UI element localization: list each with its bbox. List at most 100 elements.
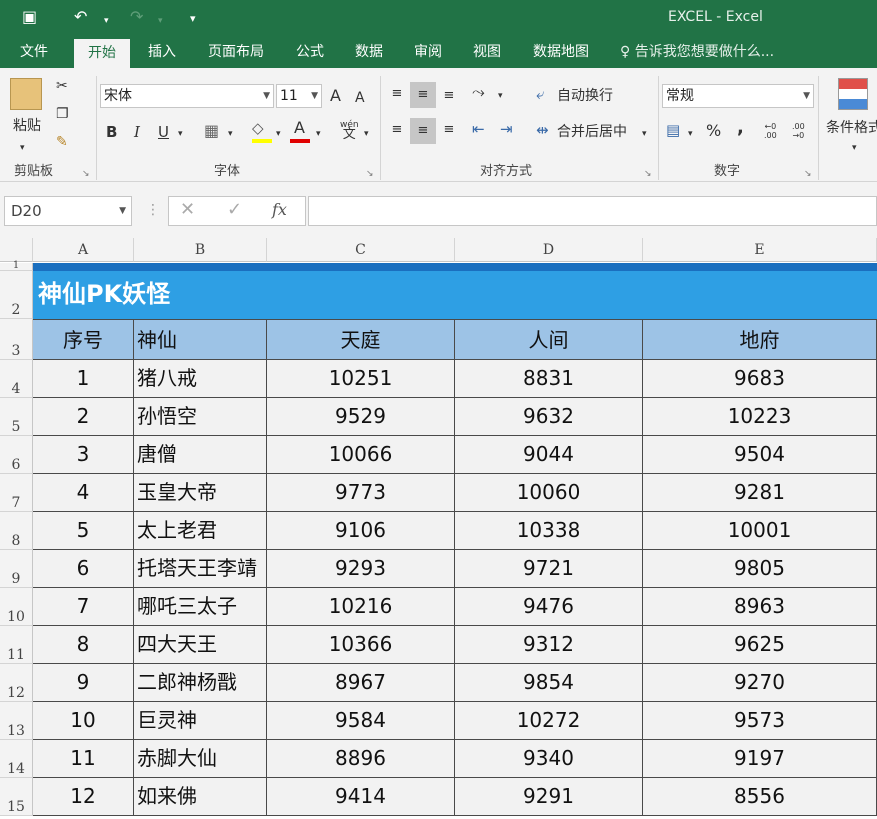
more-options-icon[interactable]: ⋮	[146, 196, 160, 226]
cell-heaven[interactable]: 9106	[267, 512, 455, 550]
cell-heaven[interactable]: 9773	[267, 474, 455, 512]
cell-name[interactable]: 猪八戒	[134, 360, 267, 398]
undo-dropdown-icon[interactable]: ▾	[104, 10, 109, 32]
tell-me-box[interactable]: ♀ 告诉我您想要做什么...	[620, 36, 774, 68]
cell-earth[interactable]: 8831	[455, 360, 643, 398]
cell-name[interactable]: 太上老君	[134, 512, 267, 550]
tab-file[interactable]: 文件	[8, 36, 60, 68]
name-box[interactable]: D20 ▼	[4, 196, 132, 226]
grow-font-button[interactable]: A	[330, 86, 341, 106]
header-cell-heaven[interactable]: 天庭	[267, 319, 455, 360]
cell-name[interactable]: 如来佛	[134, 778, 267, 816]
cell-heaven[interactable]: 8967	[267, 664, 455, 702]
header-cell-earth[interactable]: 人间	[455, 319, 643, 360]
row-header[interactable]: 10	[0, 588, 33, 626]
tab-data[interactable]: 数据	[345, 36, 393, 68]
tab-formulas[interactable]: 公式	[286, 36, 334, 68]
orientation-icon[interactable]: ⤳	[472, 82, 485, 102]
cell-heaven[interactable]: 9293	[267, 550, 455, 588]
cell-name[interactable]: 巨灵神	[134, 702, 267, 740]
cell-earth[interactable]: 9854	[455, 664, 643, 702]
cell-index[interactable]: 1	[33, 360, 134, 398]
column-header-a[interactable]: A	[33, 238, 134, 262]
redo-icon[interactable]: ↷	[130, 6, 143, 28]
format-painter-icon[interactable]: ✎	[56, 132, 68, 152]
cell-heaven[interactable]: 10366	[267, 626, 455, 664]
number-format-select[interactable]: 常规 ▼	[662, 84, 814, 108]
accounting-dropdown-icon[interactable]: ▾	[688, 124, 693, 144]
cell-earth[interactable]: 9476	[455, 588, 643, 626]
cell-index[interactable]: 11	[33, 740, 134, 778]
borders-icon[interactable]: ▦	[204, 121, 219, 141]
tab-view[interactable]: 视图	[463, 36, 511, 68]
cell-underworld[interactable]: 8556	[643, 778, 877, 816]
clipboard-launcher-icon[interactable]: ↘	[82, 164, 90, 184]
italic-button[interactable]: I	[134, 122, 140, 142]
header-cell-underworld[interactable]: 地府	[643, 319, 877, 360]
cell-index[interactable]: 5	[33, 512, 134, 550]
cell-earth[interactable]: 10060	[455, 474, 643, 512]
fill-color-icon[interactable]: ◇	[252, 118, 264, 138]
cell-underworld[interactable]: 9270	[643, 664, 877, 702]
column-header-c[interactable]: C	[267, 238, 455, 262]
customize-qat-icon[interactable]: ▾	[190, 8, 196, 30]
cell-index[interactable]: 10	[33, 702, 134, 740]
select-all-corner[interactable]	[0, 238, 33, 262]
cell-name[interactable]: 二郎神杨戬	[134, 664, 267, 702]
conditional-format-icon[interactable]	[838, 78, 868, 110]
cell-underworld[interactable]: 9573	[643, 702, 877, 740]
underline-dropdown-icon[interactable]: ▾	[178, 124, 183, 144]
row-header[interactable]: 15	[0, 778, 33, 816]
cell-name[interactable]: 孙悟空	[134, 398, 267, 436]
bold-button[interactable]: B	[106, 122, 117, 142]
cell-heaven[interactable]: 8896	[267, 740, 455, 778]
row-header[interactable]: 4	[0, 360, 33, 398]
cell-earth[interactable]: 9291	[455, 778, 643, 816]
align-center-icon[interactable]: ≡	[410, 118, 436, 144]
cell-name[interactable]: 玉皇大帝	[134, 474, 267, 512]
paste-dropdown-icon[interactable]: ▾	[20, 138, 25, 158]
font-name-select[interactable]: 宋体 ▼	[100, 84, 274, 108]
wrap-text-button[interactable]: 自动换行	[557, 86, 613, 106]
cell-earth[interactable]: 9312	[455, 626, 643, 664]
paste-button[interactable]: 粘贴	[8, 116, 46, 136]
cell-underworld[interactable]: 9625	[643, 626, 877, 664]
tab-insert[interactable]: 插入	[138, 36, 186, 68]
row-header[interactable]: 7	[0, 474, 33, 512]
merge-dropdown-icon[interactable]: ▾	[642, 124, 647, 144]
cell-name[interactable]: 赤脚大仙	[134, 740, 267, 778]
row-header[interactable]: 2	[0, 271, 33, 319]
header-cell-index[interactable]: 序号	[33, 319, 134, 360]
align-bottom-icon[interactable]: ≡	[438, 86, 460, 106]
cell-underworld[interactable]: 8963	[643, 588, 877, 626]
cell-underworld[interactable]: 9504	[643, 436, 877, 474]
cell-earth[interactable]: 10272	[455, 702, 643, 740]
header-cell-name[interactable]: 神仙	[134, 319, 267, 360]
row-header[interactable]: 5	[0, 398, 33, 436]
cell-index[interactable]: 9	[33, 664, 134, 702]
align-top-icon[interactable]: ≡	[386, 84, 408, 104]
number-launcher-icon[interactable]: ↘	[804, 164, 812, 184]
row-header[interactable]: 11	[0, 626, 33, 664]
row-header[interactable]: 13	[0, 702, 33, 740]
cell-heaven[interactable]: 9529	[267, 398, 455, 436]
column-header-b[interactable]: B	[134, 238, 267, 262]
paste-icon[interactable]	[10, 78, 42, 110]
merge-center-icon[interactable]: ⇹	[536, 120, 549, 140]
cell-name[interactable]: 托塔天王李靖	[134, 550, 267, 588]
cell-heaven[interactable]: 9414	[267, 778, 455, 816]
cell-index[interactable]: 4	[33, 474, 134, 512]
tab-home[interactable]: 开始	[74, 39, 130, 68]
cell-name[interactable]: 四大天王	[134, 626, 267, 664]
cell-earth[interactable]: 9340	[455, 740, 643, 778]
cell-earth[interactable]: 9044	[455, 436, 643, 474]
increase-decimal-icon[interactable]: ←0.00	[764, 122, 777, 140]
cell-heaven[interactable]: 10251	[267, 360, 455, 398]
cell-underworld[interactable]: 9281	[643, 474, 877, 512]
cell-underworld[interactable]: 10223	[643, 398, 877, 436]
cell-name[interactable]: 唐僧	[134, 436, 267, 474]
percent-style-button[interactable]: %	[706, 121, 721, 141]
tab-page-layout[interactable]: 页面布局	[198, 36, 274, 68]
row-header[interactable]: 6	[0, 436, 33, 474]
redo-dropdown-icon[interactable]: ▾	[158, 10, 163, 32]
